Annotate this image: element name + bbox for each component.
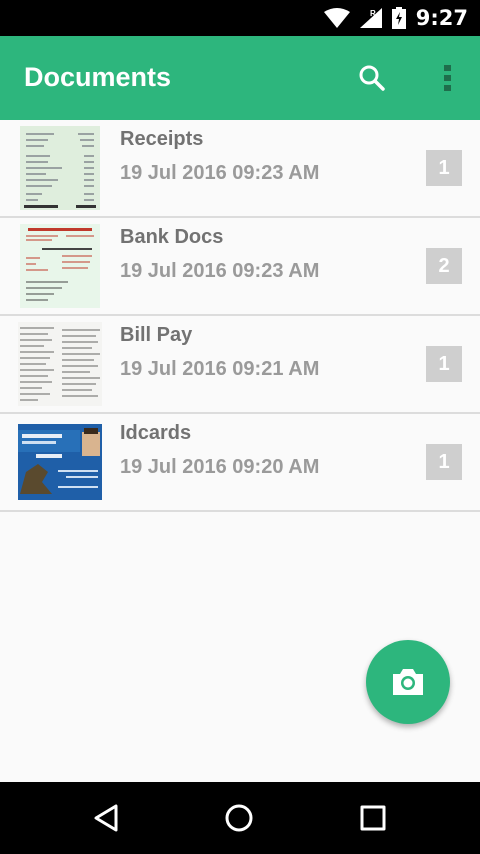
document-list: Receipts 19 Jul 2016 09:23 AM 1 Bank Doc… xyxy=(0,120,480,512)
home-button[interactable] xyxy=(221,800,257,836)
camera-fab-button[interactable] xyxy=(366,640,450,724)
app-bar: Documents xyxy=(0,36,480,120)
document-date: 19 Jul 2016 09:20 AM xyxy=(120,456,320,478)
document-date: 19 Jul 2016 09:23 AM xyxy=(120,162,320,184)
search-icon xyxy=(359,65,385,91)
recents-button[interactable] xyxy=(355,800,391,836)
page-count-badge: 2 xyxy=(426,248,462,284)
list-item[interactable]: Bill Pay 19 Jul 2016 09:21 AM 1 xyxy=(0,316,480,414)
back-button[interactable] xyxy=(89,800,125,836)
home-icon xyxy=(225,804,253,832)
list-item[interactable]: Receipts 19 Jul 2016 09:23 AM 1 xyxy=(0,120,480,218)
cell-signal-icon: R xyxy=(359,8,382,28)
page-title: Documents xyxy=(24,62,172,92)
document-date: 19 Jul 2016 09:21 AM xyxy=(120,358,320,380)
page-count-badge: 1 xyxy=(426,444,462,480)
document-title: Receipts xyxy=(120,128,204,150)
camera-icon xyxy=(393,669,423,695)
wifi-icon xyxy=(323,8,350,28)
document-title: Idcards xyxy=(120,422,192,444)
overflow-menu-icon xyxy=(444,65,451,91)
bank-doc-thumbnail xyxy=(18,224,102,308)
search-button[interactable] xyxy=(352,58,392,98)
list-item[interactable]: Bank Docs 19 Jul 2016 09:23 AM 2 xyxy=(0,218,480,316)
navigation-bar xyxy=(0,782,480,854)
overflow-menu-button[interactable] xyxy=(430,58,466,98)
document-date: 19 Jul 2016 09:23 AM xyxy=(120,260,320,282)
svg-text:R: R xyxy=(370,9,376,18)
document-title: Bill Pay xyxy=(120,324,193,346)
page-count-badge: 1 xyxy=(426,150,462,186)
recents-icon xyxy=(360,805,386,831)
status-clock: 9:27 xyxy=(415,6,468,30)
receipt-thumbnail xyxy=(18,126,102,210)
id-card-thumbnail xyxy=(18,420,102,504)
bill-thumbnail xyxy=(18,322,102,406)
document-title: Bank Docs xyxy=(120,226,224,248)
back-icon xyxy=(94,804,118,832)
status-bar: R 9:27 xyxy=(0,0,480,36)
list-item[interactable]: Idcards 19 Jul 2016 09:20 AM 1 xyxy=(0,414,480,512)
page-count-badge: 1 xyxy=(426,346,462,382)
battery-charging-icon xyxy=(391,7,406,29)
